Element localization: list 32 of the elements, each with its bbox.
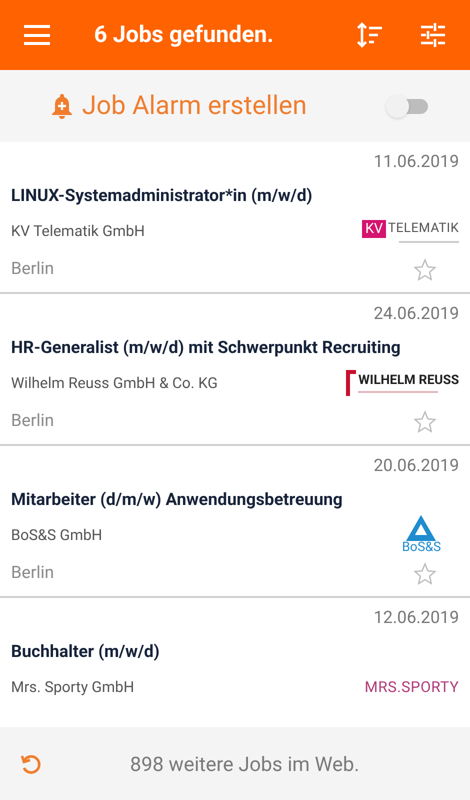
job-date: 12.06.2019 <box>374 607 459 630</box>
logo-text: BoS&S <box>402 541 441 555</box>
logo-text: TELEMATIK <box>388 220 459 238</box>
company-name: Mrs. Sporty GmbH <box>11 676 134 698</box>
job-location: Berlin <box>11 410 54 433</box>
menu-button[interactable] <box>24 25 50 45</box>
job-date: 11.06.2019 <box>374 151 459 174</box>
app-title: 6 Jobs gefunden. <box>94 20 274 50</box>
job-alarm-toggle[interactable] <box>386 93 428 119</box>
company-name: Wilhelm Reuss GmbH & Co. KG <box>11 372 218 394</box>
star-icon[interactable] <box>413 258 437 282</box>
bell-plus-icon <box>50 93 74 119</box>
job-title[interactable]: LINUX-Systemadministrator*in (m/w/d) <box>11 184 459 209</box>
logo-text: MRS.SPORTY <box>364 676 459 698</box>
job-date: 24.06.2019 <box>374 303 459 326</box>
logo-text: KV <box>362 220 386 238</box>
star-icon[interactable] <box>413 562 437 586</box>
job-date: 20.06.2019 <box>374 455 459 478</box>
filter-button[interactable] <box>420 22 446 48</box>
job-location: Berlin <box>11 258 54 281</box>
job-title[interactable]: HR-Generalist (m/w/d) mit Schwerpunkt Recruiting <box>11 336 459 361</box>
logo-mark-icon <box>346 370 356 396</box>
job-alarm-label: Job Alarm erstellen <box>82 90 307 122</box>
logo-text: WILHELM REUSS <box>358 374 459 388</box>
star-icon[interactable] <box>413 410 437 434</box>
job-title[interactable]: Buchhalter (m/w/d) <box>11 640 459 665</box>
job-title[interactable]: Mitarbeiter (d/m/w) Anwendungsbetreuung <box>11 488 459 513</box>
logo-mark-icon <box>406 515 436 541</box>
company-name: KV Telematik GmbH <box>11 220 145 242</box>
sort-button[interactable] <box>356 21 384 49</box>
job-location: Berlin <box>11 562 54 585</box>
company-name: BoS&S GmbH <box>11 524 102 546</box>
